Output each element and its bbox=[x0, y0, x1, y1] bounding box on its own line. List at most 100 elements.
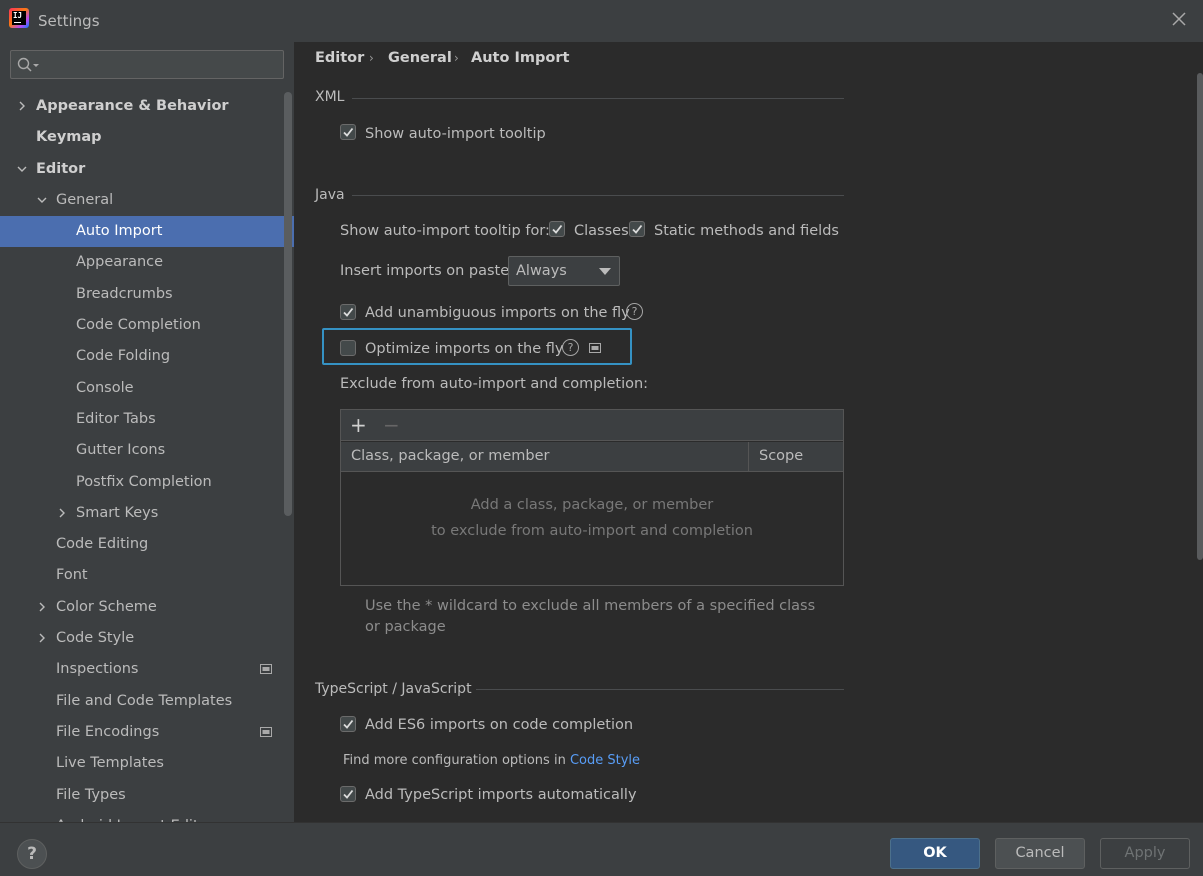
breadcrumb-separator-icon: › bbox=[369, 51, 374, 65]
sidebar-item-editor[interactable]: Editor bbox=[0, 154, 294, 185]
content-scrollbar[interactable] bbox=[1197, 73, 1203, 560]
sidebar-item-label: Gutter Icons bbox=[76, 442, 166, 459]
section-title-xml: XML bbox=[315, 89, 345, 105]
title-bar: IJ Settings bbox=[0, 0, 1203, 42]
chevron-right-icon[interactable] bbox=[36, 601, 48, 613]
sidebar-item-editor-tabs[interactable]: Editor Tabs bbox=[0, 404, 294, 435]
sidebar-item-label: Inspections bbox=[56, 661, 139, 678]
add-unambiguous-imports-checkbox[interactable] bbox=[340, 304, 356, 320]
show-auto-import-tooltip-xml-label: Show auto-import tooltip bbox=[365, 126, 546, 142]
section-title-java: Java bbox=[315, 187, 345, 203]
tooltip-for-label: Show auto-import tooltip for: bbox=[340, 223, 550, 239]
sidebar-item-label: Breadcrumbs bbox=[76, 285, 173, 302]
column-header-scope[interactable]: Scope bbox=[759, 448, 803, 464]
sidebar-item-font[interactable]: Font bbox=[0, 560, 294, 591]
sidebar-item-keymap[interactable]: Keymap bbox=[0, 122, 294, 153]
sidebar-item-label: Smart Keys bbox=[76, 504, 159, 521]
sidebar-item-label: Font bbox=[56, 567, 88, 584]
sidebar-item-appearance[interactable]: Appearance bbox=[0, 247, 294, 278]
sidebar-item-code-style[interactable]: Code Style bbox=[0, 623, 294, 654]
static-methods-label: Static methods and fields bbox=[654, 223, 839, 239]
settings-search-box[interactable] bbox=[10, 50, 284, 79]
column-divider[interactable] bbox=[748, 442, 749, 472]
sidebar-item-label: Android Layout Editor bbox=[56, 811, 213, 822]
insert-on-paste-dropdown[interactable]: Always bbox=[508, 256, 620, 286]
sidebar-item-gutter-icons[interactable]: Gutter Icons bbox=[0, 435, 294, 466]
sidebar-scrollbar[interactable] bbox=[284, 92, 292, 516]
sidebar-item-label: Code Completion bbox=[76, 317, 201, 334]
classes-label: Classes bbox=[574, 223, 629, 239]
sidebar-item-breadcrumbs[interactable]: Breadcrumbs bbox=[0, 279, 294, 310]
ok-button[interactable]: OK bbox=[890, 838, 980, 869]
code-style-link[interactable]: Code Style bbox=[570, 753, 640, 768]
project-scope-icon bbox=[589, 343, 601, 353]
chevron-right-icon[interactable] bbox=[36, 632, 48, 644]
sidebar-item-appearance-behavior[interactable]: Appearance & Behavior bbox=[0, 91, 294, 122]
intellij-app-icon: IJ bbox=[9, 8, 29, 28]
sidebar-item-code-folding[interactable]: Code Folding bbox=[0, 341, 294, 372]
exclude-label: Exclude from auto-import and completion: bbox=[340, 376, 649, 392]
close-icon[interactable] bbox=[1170, 10, 1188, 28]
chevron-down-icon[interactable] bbox=[16, 163, 28, 175]
remove-icon[interactable]: − bbox=[383, 414, 400, 436]
add-typescript-imports-checkbox[interactable] bbox=[340, 786, 356, 802]
sidebar-item-label: Live Templates bbox=[56, 755, 164, 772]
optimize-imports-checkbox[interactable] bbox=[340, 340, 356, 356]
sidebar-item-postfix-completion[interactable]: Postfix Completion bbox=[0, 467, 294, 498]
cancel-button[interactable]: Cancel bbox=[995, 838, 1085, 869]
chevron-right-icon[interactable] bbox=[16, 100, 28, 112]
add-typescript-imports-label: Add TypeScript imports automatically bbox=[365, 787, 637, 803]
section-divider bbox=[352, 98, 844, 99]
sidebar-item-code-completion[interactable]: Code Completion bbox=[0, 310, 294, 341]
exclude-table: + − Class, package, or member Scope Add … bbox=[340, 409, 844, 586]
sidebar-item-file-types[interactable]: File Types bbox=[0, 780, 294, 811]
chevron-down-icon bbox=[599, 268, 611, 275]
checkmark-icon bbox=[343, 127, 354, 137]
table-empty-text: Add a class, package, or member bbox=[470, 497, 714, 513]
checkmark-icon bbox=[343, 789, 354, 799]
chevron-down-icon[interactable] bbox=[36, 194, 48, 206]
sidebar-item-label: File Types bbox=[56, 786, 126, 803]
sidebar-item-color-scheme[interactable]: Color Scheme bbox=[0, 592, 294, 623]
help-icon[interactable]: ? bbox=[562, 339, 579, 356]
sidebar-item-label: Appearance & Behavior bbox=[36, 98, 229, 114]
table-toolbar: + − bbox=[341, 410, 843, 441]
static-methods-checkbox[interactable] bbox=[629, 221, 645, 237]
add-unambiguous-imports-label: Add unambiguous imports on the fly bbox=[365, 305, 630, 321]
checkmark-icon bbox=[343, 307, 354, 317]
sidebar-item-inspections[interactable]: Inspections bbox=[0, 654, 294, 685]
more-config-text: Find more configuration options in Code … bbox=[343, 753, 640, 768]
window-title: Settings bbox=[38, 12, 100, 30]
help-button[interactable]: ? bbox=[17, 839, 47, 869]
sidebar-item-live-templates[interactable]: Live Templates bbox=[0, 748, 294, 779]
sidebar-item-label: Code Editing bbox=[56, 536, 149, 553]
checkmark-icon bbox=[632, 224, 643, 234]
add-icon[interactable]: + bbox=[350, 414, 367, 436]
sidebar-item-console[interactable]: Console bbox=[0, 373, 294, 404]
section-divider bbox=[476, 689, 844, 690]
add-es6-imports-checkbox[interactable] bbox=[340, 716, 356, 732]
search-icon[interactable] bbox=[17, 57, 41, 73]
sidebar-item-android-layout-editor[interactable]: Android Layout Editor bbox=[0, 811, 294, 822]
sidebar-item-code-editing[interactable]: Code Editing bbox=[0, 529, 294, 560]
classes-checkbox[interactable] bbox=[549, 221, 565, 237]
optimize-imports-label: Optimize imports on the fly bbox=[365, 341, 564, 357]
apply-button[interactable]: Apply bbox=[1100, 838, 1190, 869]
settings-content: Editor › General › Auto Import XML Show … bbox=[294, 42, 1203, 822]
show-auto-import-tooltip-xml-checkbox[interactable] bbox=[340, 124, 356, 140]
sidebar-item-auto-import[interactable]: Auto Import bbox=[0, 216, 294, 248]
help-icon[interactable]: ? bbox=[626, 303, 643, 320]
breadcrumb-item-editor: Editor bbox=[315, 50, 365, 66]
sidebar-item-smart-keys[interactable]: Smart Keys bbox=[0, 498, 294, 529]
sidebar-item-label: Code Folding bbox=[76, 348, 171, 365]
sidebar-item-label: Code Style bbox=[56, 630, 135, 647]
sidebar-item-file-and-code-templates[interactable]: File and Code Templates bbox=[0, 686, 294, 717]
chevron-right-icon[interactable] bbox=[56, 507, 68, 519]
sidebar-item-label: Color Scheme bbox=[56, 598, 157, 615]
wildcard-hint: Use the * wildcard to exclude all member… bbox=[365, 598, 816, 635]
settings-search-input[interactable] bbox=[45, 55, 275, 74]
sidebar-item-label: File Encodings bbox=[56, 723, 160, 740]
sidebar-item-file-encodings[interactable]: File Encodings bbox=[0, 717, 294, 748]
column-header-class[interactable]: Class, package, or member bbox=[351, 448, 550, 464]
sidebar-item-general[interactable]: General bbox=[0, 185, 294, 216]
